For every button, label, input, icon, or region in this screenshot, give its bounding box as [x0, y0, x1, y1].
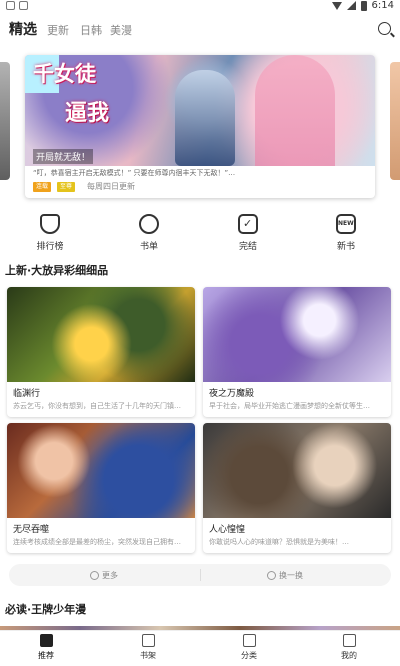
refresh-button[interactable]: 换一换 — [267, 564, 303, 586]
tab-category[interactable]: 分类 — [229, 634, 269, 661]
update-schedule: 每周四日更新 — [87, 182, 135, 191]
book-list-icon — [139, 214, 159, 234]
status-right: 6:14 — [331, 0, 394, 11]
tab-recommend[interactable]: 推荐 — [26, 634, 66, 661]
signal-icon — [346, 1, 356, 10]
banner-character — [175, 70, 235, 166]
banner-caption: 开局就无敌！ — [33, 149, 94, 164]
banner-prev-peek[interactable] — [0, 62, 10, 180]
comic-card[interactable]: 夜之万魔殿 早于社会，局毕业开始逃亡漫画梦想的全新仗等生… — [203, 287, 391, 417]
clock: 6:14 — [371, 0, 394, 11]
trophy-icon — [40, 214, 60, 234]
banner-artwork: 千女徒 逼我 开局就无敌！ — [25, 55, 375, 166]
comic-title: 临渊行 — [13, 389, 41, 399]
divider — [200, 569, 201, 581]
wifi-icon — [331, 1, 342, 10]
comic-description: 你敢说吗人心的味道嘛？恐惧就是为美味！… — [209, 538, 349, 546]
banner-character — [255, 55, 335, 166]
refresh-label: 换一换 — [279, 570, 303, 580]
more-button[interactable]: 更多 — [90, 564, 118, 586]
comic-card[interactable]: 人心惶惶 你敢说吗人心的味道嘛？恐惧就是为美味！… — [203, 423, 391, 553]
tab-featured[interactable]: 精选 — [9, 19, 37, 39]
tab-updates[interactable]: 更新 — [47, 22, 69, 38]
new-book-button[interactable]: 新书 — [316, 214, 376, 252]
quick-entry-label: 完结 — [238, 242, 257, 252]
comic-cover — [203, 287, 391, 382]
battery-icon — [360, 0, 367, 11]
finished-button[interactable]: 完结 — [218, 214, 278, 252]
more-label: 更多 — [102, 570, 118, 580]
comic-title: 夜之万魔殿 — [209, 389, 255, 399]
banner-description: “叮，恭喜宿主开启无敌模式！” 只要在师尊内徊丰天下无敌！”… — [33, 169, 236, 177]
tab-bookshelf[interactable]: 书架 — [128, 634, 168, 661]
comic-cover — [7, 423, 195, 518]
more-icon — [90, 570, 99, 580]
comic-description: 连续考核成绩全部是最差的杨尘，突然发现自己拥有… — [13, 538, 181, 546]
section-title: 必读·王牌少年漫 — [5, 603, 87, 616]
comic-title: 人心惶惶 — [209, 525, 246, 535]
notification-icons — [6, 1, 28, 10]
tier-badge: 至尊 — [57, 182, 76, 192]
comic-cover — [203, 423, 391, 518]
new-book-icon — [336, 214, 356, 234]
tab-japan-korea[interactable]: 日韩 — [80, 22, 102, 38]
featured-banner[interactable]: 千女徒 逼我 开局就无敌！ “叮，恭喜宿主开启无敌模式！” 只要在师尊内徊丰天下… — [25, 55, 375, 198]
comic-description: 早于社会，局毕业开始逃亡漫画梦想的全新仗等生… — [209, 402, 370, 410]
bookshelf-icon — [141, 634, 155, 647]
refresh-icon — [267, 570, 276, 580]
ranking-button[interactable]: 排行榜 — [20, 214, 80, 252]
section-title: 上新·大放异彩细细品 — [5, 264, 109, 277]
tab-label: 推荐 — [38, 651, 54, 660]
status-bar: 6:14 — [0, 0, 400, 14]
tab-label: 书架 — [140, 651, 156, 660]
tab-profile[interactable]: 我的 — [329, 634, 369, 661]
notification-icon — [6, 1, 15, 10]
recommend-icon — [39, 634, 53, 647]
quick-entry-label: 新书 — [336, 242, 355, 252]
notification-icon — [19, 1, 28, 10]
more-refresh-bar: 更多 换一换 — [9, 564, 391, 586]
category-icon — [242, 634, 256, 647]
banner-art-title: 千女徒 — [33, 62, 96, 86]
comic-title: 无尽吞噬 — [13, 525, 50, 535]
profile-icon — [342, 634, 356, 647]
quick-entry-label: 书单 — [139, 242, 158, 252]
banner-next-peek[interactable] — [390, 62, 400, 180]
comic-card[interactable]: 无尽吞噬 连续考核成绩全部是最差的杨尘，突然发现自己拥有… — [7, 423, 195, 553]
tab-label: 分类 — [241, 651, 257, 660]
book-list-button[interactable]: 书单 — [119, 214, 179, 252]
bottom-tab-bar: 推荐 书架 分类 我的 — [0, 630, 400, 666]
tab-label: 我的 — [341, 651, 357, 660]
status-badge: 连载 — [33, 182, 52, 192]
comic-description: 苏云乞丐，你没有想到，自己生活了十几年的天门镇… — [13, 402, 181, 410]
comic-card[interactable]: 临渊行 苏云乞丐，你没有想到，自己生活了十几年的天门镇… — [7, 287, 195, 417]
search-icon[interactable] — [378, 22, 391, 35]
banner-art-title: 逼我 — [65, 101, 110, 126]
finished-icon — [238, 214, 258, 234]
top-nav: 精选 更新 日韩 美漫 — [0, 14, 400, 46]
tab-american-comics[interactable]: 美漫 — [110, 22, 132, 38]
quick-entry-label: 排行榜 — [36, 242, 64, 252]
comic-cover — [7, 287, 195, 382]
